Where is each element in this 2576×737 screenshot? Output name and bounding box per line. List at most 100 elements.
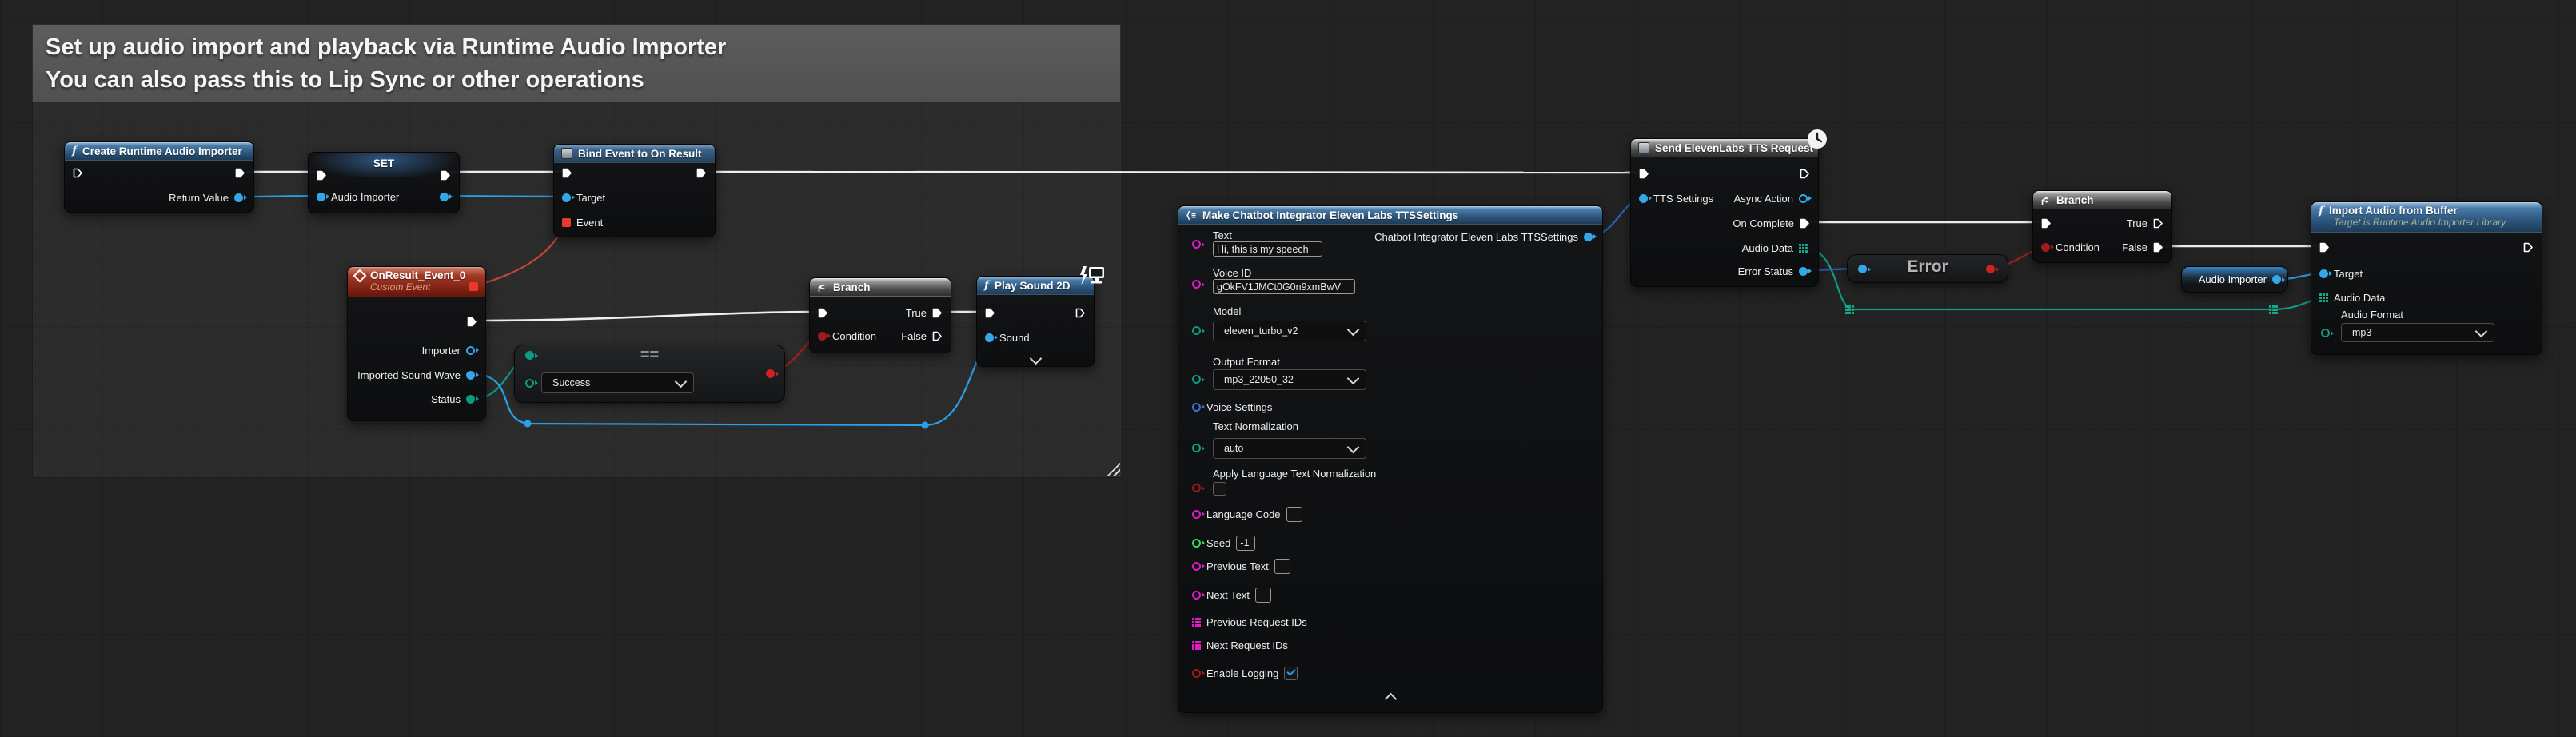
chevron-down-icon (1347, 323, 1360, 336)
text-normalization-pin[interactable] (1192, 444, 1201, 452)
chevron-down-icon[interactable] (1029, 352, 1042, 365)
false-exec-pin[interactable] (2153, 242, 2163, 253)
previous-text-pin[interactable] (1192, 562, 1201, 571)
output-format-dropdown[interactable]: mp3_22050_32 (1213, 369, 1366, 390)
model-dropdown[interactable]: eleven_turbo_v2 (1213, 321, 1366, 341)
async-action-pin[interactable] (1799, 194, 1808, 203)
enable-logging-checkbox[interactable] (1284, 667, 1298, 680)
exec-in-pin[interactable] (317, 170, 327, 181)
event-delegate-pin[interactable] (562, 218, 571, 227)
enable-logging-pin[interactable] (1192, 669, 1201, 678)
audio-importer-in-pin[interactable] (317, 193, 325, 201)
exec-in-pin[interactable] (818, 308, 828, 318)
equal-input-b-pin[interactable] (525, 379, 534, 388)
exec-out-row (2523, 239, 2534, 255)
importer-pin[interactable] (466, 346, 475, 355)
status-pin[interactable] (466, 395, 475, 404)
voice-settings-pin[interactable] (1192, 403, 1201, 412)
node-import-audio-from-buffer[interactable]: f Import Audio from Buffer Target is Run… (2311, 201, 2542, 355)
node-make-tts-settings[interactable]: Make Chatbot Integrator Eleven Labs TTSS… (1178, 205, 1603, 713)
node-play-sound-2d[interactable]: f Play Sound 2D Sound (976, 276, 1095, 367)
model-value: eleven_turbo_v2 (1224, 325, 1298, 337)
next-request-ids-array-pin[interactable] (1192, 641, 1201, 650)
node-title: Create Runtime Audio Importer (82, 145, 242, 157)
next-text-pin[interactable] (1192, 591, 1201, 600)
node-set-audio-importer[interactable]: SET Audio Importer (308, 152, 460, 213)
exec-in-pin[interactable] (2041, 218, 2052, 229)
exec-in-pin[interactable] (2319, 242, 2330, 253)
true-exec-pin[interactable] (2153, 218, 2163, 229)
apply-language-checkbox[interactable] (1213, 482, 1226, 496)
node-branch-1[interactable]: Branch True Condition False (809, 277, 951, 353)
audio-format-pin[interactable] (2321, 329, 2330, 337)
on-complete-exec-pin[interactable] (1800, 218, 1810, 229)
exec-out-pin[interactable] (1075, 308, 1086, 318)
exec-out-row (1075, 305, 1086, 321)
voice-id-pin[interactable] (1192, 280, 1201, 289)
text-pin[interactable] (1192, 240, 1201, 249)
equal-input-a-pin[interactable] (525, 351, 534, 360)
audio-data-array-pin[interactable] (1799, 244, 1808, 253)
text-normalization-dropdown[interactable]: auto (1213, 438, 1366, 459)
node-create-runtime-audio-importer[interactable]: f Create Runtime Audio Importer Return V… (64, 141, 254, 213)
return-value-pin[interactable] (234, 193, 243, 202)
node-audio-importer-getter[interactable]: Audio Importer (2181, 266, 2288, 293)
audio-importer-out-pin[interactable] (440, 193, 449, 201)
output-struct-pin[interactable] (1584, 233, 1593, 241)
node-onresult-custom-event[interactable]: OnResult_Event_0 Custom Event Importer I… (347, 266, 486, 421)
language-code-input[interactable] (1286, 507, 1302, 522)
exec-in-pin[interactable] (73, 168, 83, 178)
audio-importer-getter-pin[interactable] (2272, 275, 2281, 284)
audio-format-dropdown[interactable]: mp3 (2341, 323, 2494, 342)
exec-in-pin[interactable] (1639, 169, 1649, 179)
true-exec-pin[interactable] (932, 308, 943, 318)
node-send-elevenlabs-tts-request[interactable]: Send ElevenLabs TTS Request TTS Settings… (1630, 138, 1819, 287)
next-text-input[interactable] (1255, 588, 1271, 603)
previous-request-ids-array-pin[interactable] (1192, 618, 1201, 627)
node-error-getter[interactable]: Error (1847, 254, 2008, 283)
false-exec-pin[interactable] (932, 331, 943, 341)
condition-pin[interactable] (818, 332, 827, 341)
seed-pin[interactable] (1192, 539, 1201, 548)
text-input[interactable] (1213, 241, 1322, 257)
target-pin[interactable] (562, 193, 571, 202)
sound-pin[interactable] (985, 333, 994, 342)
model-pin[interactable] (1192, 326, 1201, 335)
exec-out-pin[interactable] (467, 317, 477, 327)
exec-out-pin[interactable] (1800, 169, 1810, 179)
exec-out-pin[interactable] (2523, 242, 2534, 253)
node-bind-event-to-on-result[interactable]: Bind Event to On Result Target Event (553, 144, 716, 237)
exec-out-pin[interactable] (696, 168, 707, 178)
target-pin[interactable] (2319, 269, 2328, 278)
node-header: f Create Runtime Audio Importer (65, 142, 253, 161)
apply-language-pin[interactable] (1192, 484, 1201, 492)
reroute-node-soundwave-2[interactable] (922, 422, 929, 429)
node-equal-enum[interactable]: == Success (514, 345, 785, 403)
condition-pin[interactable] (2041, 243, 2050, 252)
node-branch-2[interactable]: Branch True Condition False (2032, 190, 2172, 263)
delegate-out-pin[interactable] (469, 282, 478, 291)
imported-sound-wave-pin[interactable] (466, 371, 475, 380)
exec-in-pin[interactable] (562, 168, 572, 178)
output-format-pin[interactable] (1192, 375, 1201, 384)
exec-out-pin[interactable] (441, 170, 451, 181)
error-output-pin[interactable] (1986, 265, 1995, 273)
equal-result-pin[interactable] (766, 369, 775, 378)
error-status-pin[interactable] (1799, 267, 1808, 276)
apply-language-label: Apply Language Text Normalization (1213, 468, 1376, 480)
audio-importer-label: Audio Importer (331, 191, 399, 203)
voice-id-input[interactable] (1213, 279, 1355, 294)
equal-value-dropdown[interactable]: Success (541, 372, 694, 393)
language-code-pin[interactable] (1192, 510, 1201, 519)
tts-settings-pin[interactable] (1639, 194, 1648, 203)
reroute-node-audiodata-1[interactable] (1845, 305, 1854, 314)
blueprint-graph-canvas[interactable]: Set up audio import and playback via Run… (0, 0, 2576, 737)
chevron-up-icon[interactable] (1384, 692, 1397, 705)
reroute-node-audiodata-2[interactable] (2269, 305, 2278, 314)
previous-text-input[interactable] (1274, 559, 1290, 574)
audio-data-array-pin[interactable] (2319, 293, 2328, 302)
seed-input[interactable] (1236, 536, 1255, 551)
reroute-node-soundwave-1[interactable] (524, 420, 532, 428)
exec-out-pin[interactable] (235, 168, 245, 178)
exec-in-pin[interactable] (985, 308, 995, 318)
